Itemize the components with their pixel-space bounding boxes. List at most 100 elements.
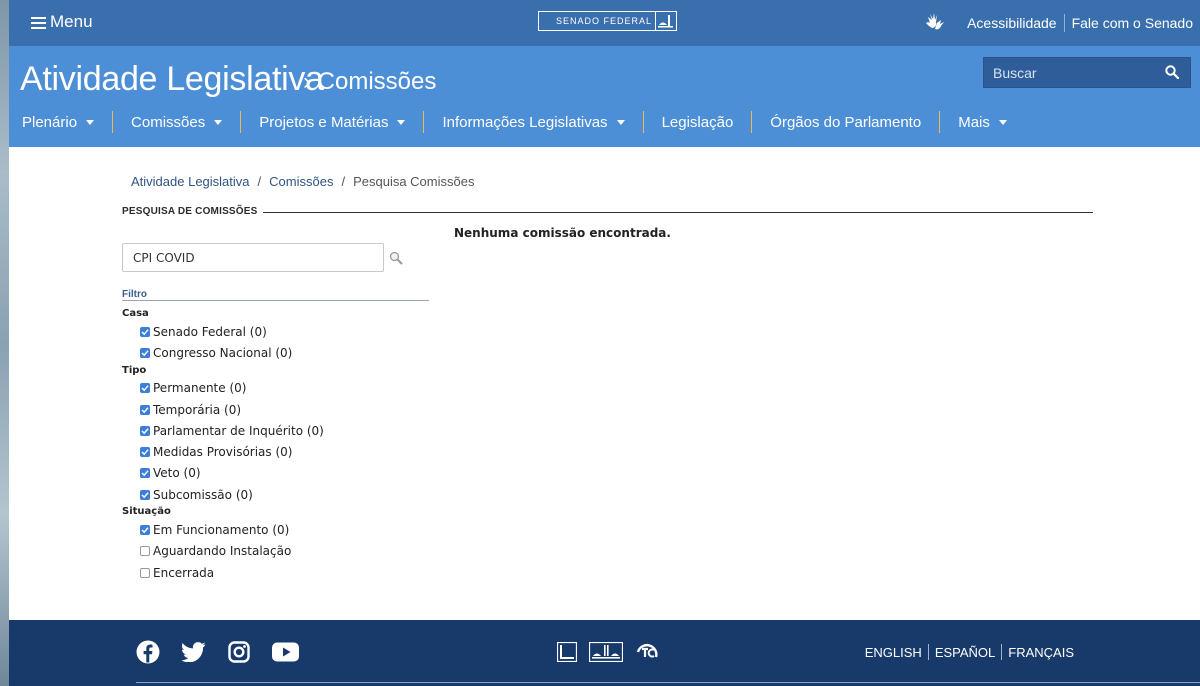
nav-item-label: Projetos e Matérias bbox=[259, 113, 389, 131]
nav-item-informacoes[interactable]: Informações Legislativas bbox=[424, 114, 642, 131]
filter-divider bbox=[122, 300, 429, 301]
checkbox-unchecked[interactable] bbox=[140, 567, 150, 578]
desktop-background-strip bbox=[0, 0, 9, 686]
checkbox-checked[interactable] bbox=[140, 404, 150, 415]
filter-option[interactable]: Temporária (0) bbox=[122, 399, 324, 420]
breadcrumb-separator: / bbox=[341, 174, 346, 189]
lang-francais[interactable]: FRANÇAIS bbox=[1002, 645, 1080, 660]
nav-item-mais[interactable]: Mais bbox=[940, 114, 1025, 131]
nav-item-label: Informações Legislativas bbox=[442, 113, 608, 131]
nav-item-legislacao[interactable]: Legislação bbox=[644, 114, 752, 131]
site-footer: ENGLISH ESPAÑOL FRANÇAIS bbox=[9, 620, 1200, 686]
filter-option-label: Em Funcionamento (0) bbox=[153, 523, 290, 538]
contact-link[interactable]: Fale com o Senado bbox=[1065, 15, 1200, 31]
breadcrumb-item[interactable]: Comissões bbox=[269, 174, 333, 189]
filter-option-label: Congresso Nacional (0) bbox=[153, 345, 293, 360]
instagram-icon[interactable] bbox=[228, 641, 250, 668]
filter-option-label: Encerrada bbox=[153, 565, 215, 580]
filter-option-label: Permanente (0) bbox=[153, 381, 247, 396]
nav-item-label: Legislação bbox=[661, 113, 734, 131]
sign-language-icon[interactable] bbox=[924, 11, 946, 36]
page-subtitle[interactable]: › Comissões bbox=[303, 68, 436, 96]
filter-group-title: Situação bbox=[122, 506, 171, 518]
nav-item-orgaos[interactable]: Órgãos do Parlamento bbox=[752, 114, 939, 131]
checkbox-checked[interactable] bbox=[140, 425, 150, 436]
main-nav: Plenário Comissões Projetos e Matérias I… bbox=[22, 108, 1025, 136]
filter-option-label: Aguardando Instalação bbox=[153, 544, 292, 559]
caret-down-icon bbox=[397, 119, 406, 125]
filter-option[interactable]: Veto (0) bbox=[122, 463, 324, 484]
lang-english[interactable]: ENGLISH bbox=[859, 645, 928, 660]
nav-item-label: Comissões bbox=[131, 113, 206, 131]
accessibility-link[interactable]: Acessibilidade bbox=[960, 15, 1064, 31]
senado-logo[interactable]: SENADO FEDERAL bbox=[538, 11, 677, 31]
social-links bbox=[136, 640, 300, 669]
nav-item-comissoes[interactable]: Comissões bbox=[113, 114, 240, 131]
nav-item-label: Plenário bbox=[22, 113, 78, 131]
nav-item-label: Mais bbox=[958, 113, 990, 131]
breadcrumb: Atividade Legislativa / Comissões / Pesq… bbox=[131, 174, 474, 189]
footer-divider bbox=[136, 682, 1200, 683]
caret-down-icon bbox=[86, 119, 95, 125]
checkbox-checked[interactable] bbox=[140, 326, 150, 337]
congress-building-icon bbox=[655, 12, 675, 30]
filter-label: Filtro bbox=[122, 289, 147, 300]
filter-option[interactable]: Subcomissão (0) bbox=[122, 484, 324, 505]
institution-logos bbox=[556, 641, 661, 668]
filter-option-label: Veto (0) bbox=[153, 466, 201, 481]
youtube-icon[interactable] bbox=[272, 642, 300, 667]
search-input[interactable] bbox=[984, 58, 1154, 87]
checkbox-checked[interactable] bbox=[140, 489, 150, 500]
page-title[interactable]: Atividade Legislativa bbox=[20, 60, 324, 99]
nav-item-label: Órgãos do Parlamento bbox=[770, 113, 922, 131]
menu-button[interactable]: Menu bbox=[31, 12, 93, 32]
search-icon[interactable] bbox=[1165, 65, 1180, 84]
caret-down-icon bbox=[998, 119, 1007, 125]
checkbox-checked[interactable] bbox=[140, 468, 150, 479]
nav-item-plenario[interactable]: Plenário bbox=[22, 114, 112, 131]
filter-option-label: Subcomissão (0) bbox=[153, 487, 253, 502]
section-divider bbox=[263, 212, 1093, 213]
checkbox-checked[interactable] bbox=[140, 383, 150, 394]
nav-item-projetos[interactable]: Projetos e Matérias bbox=[241, 114, 423, 131]
logo-text: SENADO FEDERAL bbox=[556, 16, 653, 26]
caret-down-icon bbox=[214, 119, 223, 125]
checkbox-unchecked[interactable] bbox=[140, 546, 150, 557]
top-right-links: Acessibilidade Fale com o Senado bbox=[924, 0, 1200, 46]
checkbox-checked[interactable] bbox=[140, 525, 150, 536]
filter-option-label: Medidas Provisórias (0) bbox=[153, 445, 293, 460]
hamburger-icon bbox=[31, 16, 46, 29]
menu-label: Menu bbox=[50, 12, 93, 31]
header-search bbox=[983, 57, 1191, 88]
filter-option[interactable]: Congresso Nacional (0) bbox=[122, 342, 324, 363]
caret-down-icon bbox=[616, 119, 625, 125]
filter-option[interactable]: Encerrada bbox=[122, 562, 324, 583]
section-title: PESQUISA DE COMISSÕES bbox=[122, 206, 258, 217]
senado-logo-icon[interactable] bbox=[556, 641, 578, 667]
filter-option[interactable]: Medidas Provisórias (0) bbox=[122, 441, 324, 462]
tcu-logo-icon[interactable] bbox=[635, 641, 661, 668]
filter-option[interactable]: Em Funcionamento (0) bbox=[122, 519, 324, 540]
congresso-logo-icon[interactable] bbox=[588, 641, 624, 667]
commission-search-input[interactable] bbox=[122, 243, 384, 272]
checkbox-checked[interactable] bbox=[140, 347, 150, 358]
facebook-icon[interactable] bbox=[136, 640, 160, 669]
breadcrumb-separator: / bbox=[257, 174, 262, 189]
main-content: Atividade Legislativa / Comissões / Pesq… bbox=[9, 147, 1200, 620]
breadcrumb-item[interactable]: Atividade Legislativa bbox=[131, 174, 250, 189]
lang-espanol[interactable]: ESPAÑOL bbox=[929, 645, 1001, 660]
filter-option-label: Temporária (0) bbox=[153, 402, 242, 417]
language-links: ENGLISH ESPAÑOL FRANÇAIS bbox=[859, 644, 1080, 660]
twitter-icon[interactable] bbox=[181, 642, 206, 667]
checkbox-checked[interactable] bbox=[140, 447, 150, 458]
filter-group-title: Casa bbox=[122, 308, 149, 319]
site-header: Atividade Legislativa › Comissões Plenár… bbox=[9, 46, 1200, 147]
filter-panel: Casa Senado Federal (0) Congresso Nacion… bbox=[122, 307, 324, 583]
top-bar: Menu SENADO FEDERAL Acessibilidade Fale … bbox=[9, 0, 1200, 46]
filter-option[interactable]: Aguardando Instalação bbox=[122, 541, 324, 562]
filter-option[interactable]: Parlamentar de Inquérito (0) bbox=[122, 420, 324, 441]
filter-option[interactable]: Senado Federal (0) bbox=[122, 321, 324, 342]
magnifier-icon[interactable] bbox=[389, 251, 403, 270]
filter-option[interactable]: Permanente (0) bbox=[122, 378, 324, 399]
result-message: Nenhuma comissão encontrada. bbox=[454, 226, 671, 240]
